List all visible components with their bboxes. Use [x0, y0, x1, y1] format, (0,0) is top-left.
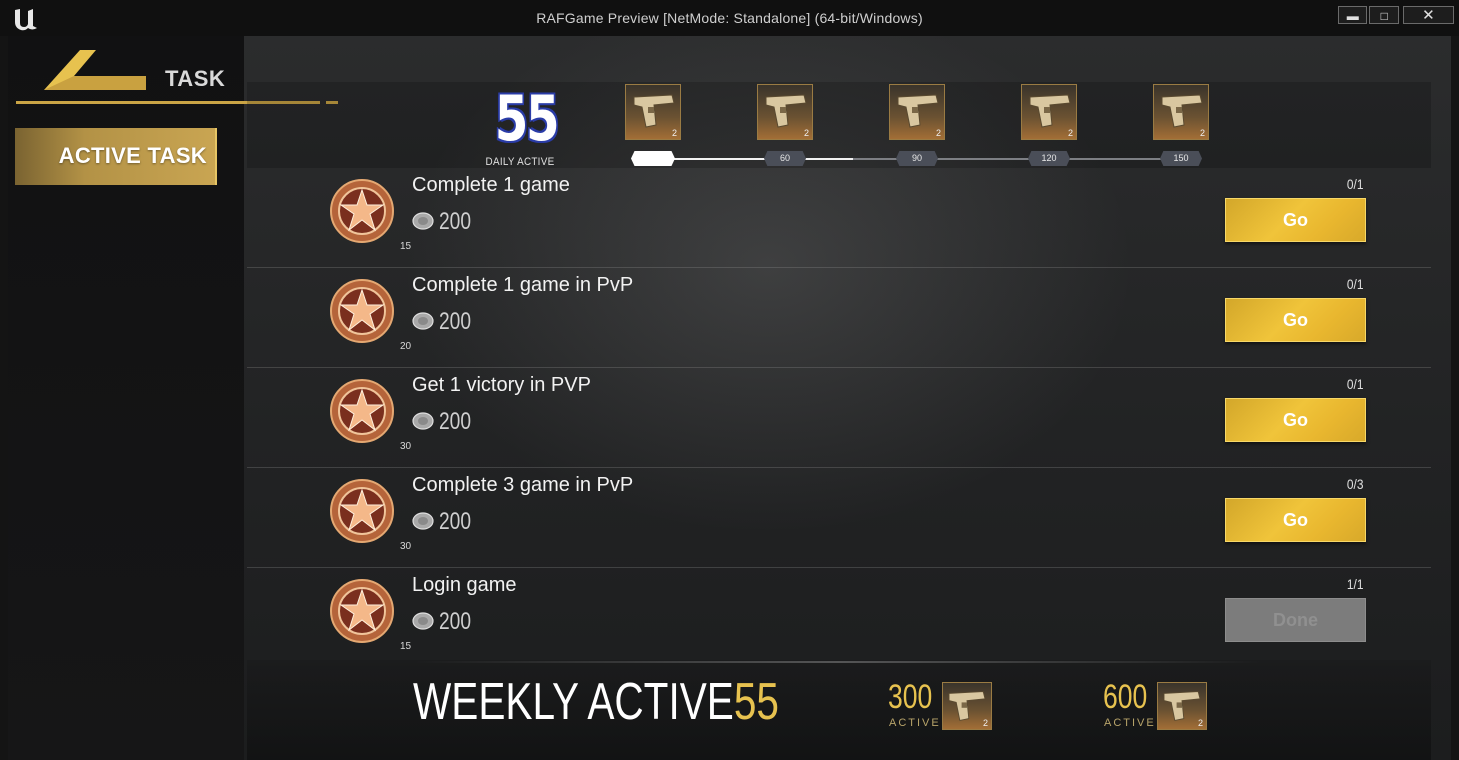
task-row: 20 Complete 1 game in PvP 200 0/1 Go — [247, 268, 1431, 368]
pistol-icon — [948, 691, 986, 721]
daily-reward-3[interactable]: 2 — [889, 84, 945, 140]
active-task-label: ACTIVE TASK — [58, 143, 207, 168]
star-medal-icon — [330, 279, 394, 343]
milestone-marker-3: 120 — [1028, 151, 1070, 166]
coin-reward: 200 — [439, 208, 472, 235]
reward-count: 2 — [935, 128, 941, 138]
task-progress: 0/1 — [1346, 176, 1363, 192]
weekly-divider — [413, 661, 1263, 663]
coin-reward: 200 — [439, 408, 472, 435]
window-titlebar: RAFGame Preview [NetMode: Standalone] (6… — [0, 0, 1459, 36]
weekly-reward-1[interactable]: 2 — [942, 682, 992, 730]
pistol-icon — [1161, 94, 1203, 128]
progress-start-marker — [631, 151, 675, 166]
task-points: 15 — [400, 641, 412, 652]
task-row: 30 Get 1 victory in PVP 200 0/1 Go — [247, 368, 1431, 468]
task-points: 15 — [400, 241, 412, 252]
reward-count: 2 — [671, 128, 677, 138]
go-button[interactable]: Go — [1225, 398, 1366, 442]
go-button[interactable]: Go — [1225, 298, 1366, 342]
milestone-marker-1: 60 — [764, 151, 806, 166]
go-button[interactable]: Go — [1225, 498, 1366, 542]
star-medal-icon — [330, 479, 394, 543]
task-progress: 0/3 — [1346, 476, 1363, 492]
weekly-reward-2[interactable]: 2 — [1157, 682, 1207, 730]
daily-progress-area: 55 DAILY ACTIVE 2 2 2 2 2 60 90 120 150 — [247, 82, 1431, 168]
daily-active-value: 55 — [494, 82, 560, 155]
weekly-milestone-value: 600 — [1103, 678, 1148, 716]
task-points: 30 — [400, 441, 412, 452]
star-medal-icon — [330, 579, 394, 643]
silver-coin-icon — [412, 212, 434, 230]
task-name: Complete 1 game — [412, 174, 570, 196]
task-name: Complete 1 game in PvP — [412, 274, 634, 296]
pistol-icon — [1163, 691, 1201, 721]
weekly-milestone-label: ACTIVE — [889, 717, 941, 729]
reward-count: 2 — [982, 718, 988, 728]
coin-reward: 200 — [439, 608, 472, 635]
silver-coin-icon — [412, 612, 434, 630]
back-arrow-icon[interactable] — [44, 50, 146, 94]
silver-coin-icon — [412, 512, 434, 530]
reward-count: 2 — [1197, 718, 1203, 728]
task-title: TASK — [165, 66, 226, 91]
weekly-milestone-value: 300 — [888, 678, 933, 716]
task-progress: 0/1 — [1346, 276, 1363, 292]
pistol-icon — [633, 94, 675, 128]
task-progress: 1/1 — [1346, 576, 1363, 592]
star-medal-icon — [330, 379, 394, 443]
silver-coin-icon — [412, 412, 434, 430]
task-points: 20 — [400, 341, 412, 352]
task-row: 15 Complete 1 game 200 0/1 Go — [247, 168, 1431, 268]
window-left-edge — [0, 36, 8, 760]
go-button[interactable]: Go — [1225, 198, 1366, 242]
weekly-active-value: 55 — [733, 673, 779, 731]
milestone-marker-2: 90 — [896, 151, 938, 166]
done-button[interactable]: Done — [1225, 598, 1366, 642]
task-points: 30 — [400, 541, 412, 552]
window-right-edge — [1451, 36, 1459, 760]
daily-reward-5[interactable]: 2 — [1153, 84, 1209, 140]
task-progress: 0/1 — [1346, 376, 1363, 392]
task-row: 15 Login game 200 1/1 Done — [247, 568, 1431, 668]
window-controls: ▬ □ ✕ — [1338, 6, 1454, 26]
weekly-active-text: WEEKLY ACTIVE — [413, 673, 734, 731]
task-name: Complete 3 game in PvP — [412, 474, 634, 496]
task-name: Login game — [412, 574, 517, 596]
pistol-icon — [765, 94, 807, 128]
daily-reward-4[interactable]: 2 — [1021, 84, 1077, 140]
daily-reward-1[interactable]: 2 — [625, 84, 681, 140]
reward-count: 2 — [1199, 128, 1205, 138]
weekly-milestone-label: ACTIVE — [1104, 717, 1156, 729]
game-viewport: TASK ACTIVE TASK 55 DAILY ACTIVE 2 2 2 2… — [8, 36, 1451, 760]
minimize-button[interactable]: ▬ — [1338, 6, 1368, 24]
reward-count: 2 — [1067, 128, 1073, 138]
coin-reward: 200 — [439, 308, 472, 335]
maximize-button[interactable]: □ — [1369, 6, 1399, 24]
star-medal-icon — [330, 179, 394, 243]
pistol-icon — [897, 94, 939, 128]
active-task-tab[interactable]: ACTIVE TASK — [15, 128, 217, 185]
silver-coin-icon — [412, 312, 434, 330]
task-name: Get 1 victory in PVP — [412, 374, 591, 396]
close-button[interactable]: ✕ — [1402, 6, 1454, 24]
weekly-active-label: WEEKLY ACTIVE55 — [413, 672, 779, 732]
task-row: 30 Complete 3 game in PvP 200 0/3 Go — [247, 468, 1431, 568]
daily-active-label: DAILY ACTIVE — [485, 156, 555, 168]
daily-reward-2[interactable]: 2 — [757, 84, 813, 140]
pistol-icon — [1029, 94, 1071, 128]
window-title: RAFGame Preview [NetMode: Standalone] (6… — [536, 10, 923, 26]
coin-reward: 200 — [439, 508, 472, 535]
reward-count: 2 — [803, 128, 809, 138]
milestone-marker-4: 150 — [1160, 151, 1202, 166]
